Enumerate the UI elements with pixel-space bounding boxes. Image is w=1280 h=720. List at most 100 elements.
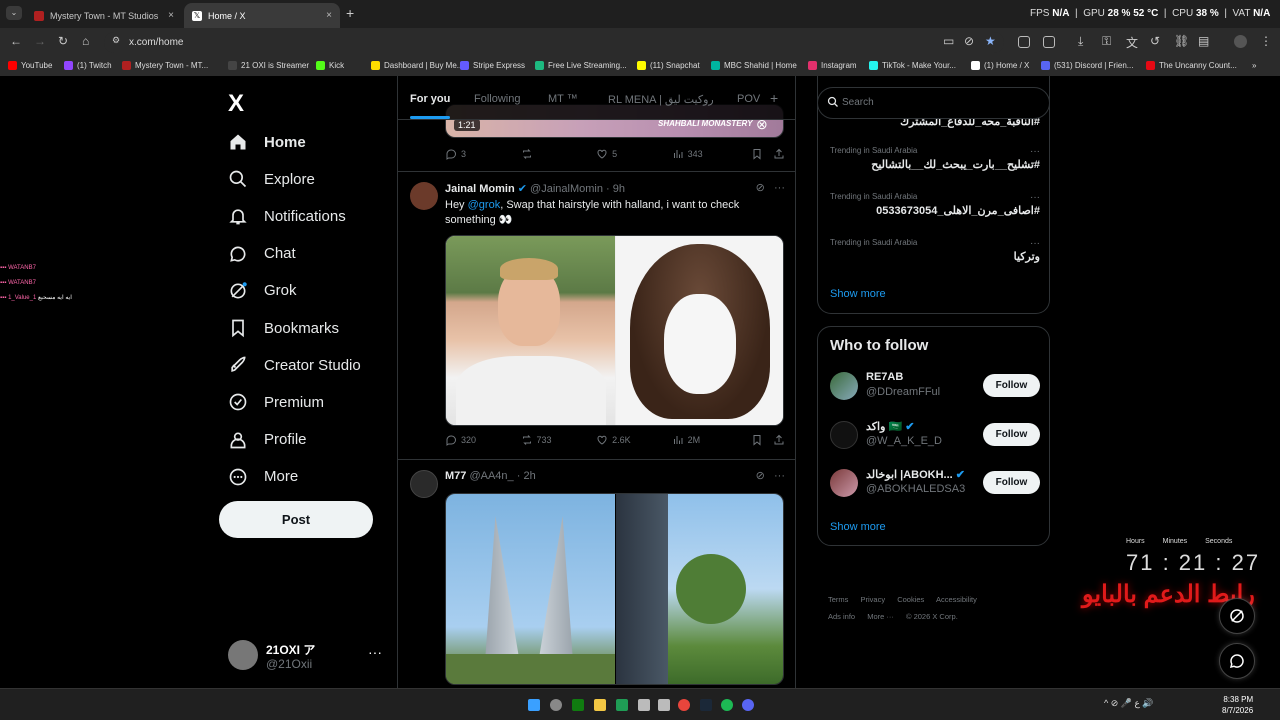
tweet-image-hairstyle[interactable]	[616, 236, 783, 425]
who-to-follow-show-more-link[interactable]: Show more	[830, 521, 886, 533]
x-logo[interactable]: X	[228, 90, 244, 118]
reload-icon[interactable]: ↻	[58, 34, 68, 48]
grok-icon[interactable]: ⊘	[756, 182, 765, 194]
footer-accessibility-link[interactable]: Accessibility	[936, 595, 977, 604]
bookmark-item[interactable]: Stripe Express	[460, 61, 525, 70]
bookmark-button[interactable]	[751, 434, 773, 446]
download-icon[interactable]: ⤓	[1078, 34, 1083, 49]
bookmark-item[interactable]: (1) Twitch	[64, 61, 112, 70]
close-tab-icon[interactable]: ×	[326, 10, 332, 21]
xbox-icon[interactable]	[572, 699, 584, 711]
link-icon[interactable]: ⛓	[1174, 34, 1189, 48]
sidebar-item-more[interactable]: More	[228, 462, 298, 492]
bookmark-item[interactable]: Instagram	[808, 61, 857, 70]
puzzle-icon[interactable]	[1043, 36, 1055, 48]
sidebar-item-notifications[interactable]: Notifications	[228, 201, 346, 231]
grok-icon[interactable]: ⊘	[756, 470, 765, 482]
chrome-icon[interactable]	[678, 699, 690, 711]
bookmark-item[interactable]: TikTok - Make Your...	[869, 61, 956, 70]
bookmark-item[interactable]: The Uncanny Count...	[1146, 61, 1237, 70]
chat-floating-button[interactable]	[1219, 643, 1255, 679]
trend-item[interactable]: Trending in Saudi Arabia وتركيا ···	[830, 238, 1040, 263]
more-options-icon[interactable]: ···	[774, 470, 785, 482]
trend-more-icon[interactable]: ···	[1030, 192, 1040, 203]
follow-suggestion[interactable]: RE7AB @DDreamFFul Follow	[830, 369, 1040, 409]
tab-pov[interactable]: POV	[737, 93, 760, 105]
author-handle[interactable]: @AA4n_	[469, 470, 513, 482]
star-bookmark-icon[interactable]: ★	[985, 34, 996, 48]
search-taskbar-icon[interactable]	[550, 699, 562, 711]
system-tray[interactable]: ^ ⊘ 🎤 ع 🔊	[1104, 698, 1154, 709]
avatar[interactable]	[830, 421, 858, 449]
bookmark-item[interactable]: Dashboard | Buy Me...	[371, 61, 463, 70]
avatar[interactable]	[830, 372, 858, 400]
footer-more-link[interactable]: More ···	[867, 612, 894, 621]
tweet[interactable]: M77 @AA4n_ · 2h ⊘ ···	[398, 460, 795, 688]
bookmark-item[interactable]: (1) Home / X	[971, 61, 1029, 70]
sidebar-item-explore[interactable]: Explore	[228, 164, 315, 194]
sidebar-item-profile[interactable]: Profile	[228, 425, 307, 455]
tweet-image-towers[interactable]	[446, 494, 615, 684]
like-button[interactable]: 5	[596, 148, 672, 160]
bookmark-button[interactable]	[751, 148, 773, 160]
sidebar-item-premium[interactable]: Premium	[228, 387, 324, 417]
translate-icon[interactable]: 文	[1126, 34, 1138, 51]
post-button[interactable]: Post	[219, 501, 373, 538]
reply-button[interactable]: 320	[445, 434, 521, 446]
site-info-icon[interactable]: ⚙	[112, 35, 120, 46]
sidebar-item-bookmarks[interactable]: Bookmarks	[228, 313, 339, 343]
cast-icon[interactable]: ▭	[943, 34, 954, 48]
sidebar-item-chat[interactable]: Chat	[228, 239, 296, 269]
app-a-icon[interactable]	[638, 699, 650, 711]
tweet[interactable]: Jainal Momin ✔ @JainalMomin · 9h ⊘ ··· H…	[398, 172, 795, 460]
history-icon[interactable]: ↺	[1150, 34, 1160, 48]
author-name[interactable]: M77	[445, 470, 466, 482]
footer-terms-link[interactable]: Terms	[828, 595, 848, 604]
browser-menu-icon[interactable]: ⋮	[1260, 34, 1272, 48]
discord-icon[interactable]	[742, 699, 754, 711]
follow-button[interactable]: Follow	[983, 374, 1040, 397]
tweet-image-street[interactable]	[616, 494, 783, 684]
tab-rl-mena[interactable]: RL MENA | روكيت ليق	[608, 93, 714, 106]
browser-tab-mystery-town[interactable]: Mystery Town - MT Studios | M ×	[26, 3, 182, 28]
share-button[interactable]	[773, 148, 785, 160]
key-icon[interactable]: ⚿	[1102, 34, 1111, 49]
tweet-time[interactable]: · 9h	[606, 183, 625, 195]
trend-item[interactable]: Trending in Saudi Arabia #تشليح__بارت_يب…	[830, 146, 1040, 171]
file-explorer-icon[interactable]	[594, 699, 606, 711]
account-menu-icon[interactable]: ···	[368, 644, 382, 660]
trend-more-icon[interactable]: ···	[1030, 238, 1040, 249]
footer-cookies-link[interactable]: Cookies	[897, 595, 924, 604]
spotify-icon[interactable]	[721, 699, 733, 711]
author-name[interactable]: Jainal Momin	[445, 183, 515, 195]
tweet-image-grid[interactable]	[445, 493, 784, 685]
bookmark-item[interactable]: MBC Shahid | Home	[711, 61, 797, 70]
sidebar-icon[interactable]: ▤	[1198, 34, 1209, 48]
tweet-image-haaland[interactable]	[446, 236, 615, 425]
sidebar-item-grok[interactable]: Grok	[228, 276, 297, 306]
bookmark-item[interactable]: Kick	[316, 61, 344, 70]
footer-privacy-link[interactable]: Privacy	[861, 595, 886, 604]
sidebar-item-home[interactable]: Home	[228, 127, 306, 157]
forward-arrow-icon[interactable]: →	[34, 34, 46, 48]
tweet-image-grid[interactable]	[445, 235, 784, 426]
profile-avatar[interactable]	[1234, 35, 1247, 48]
avatar[interactable]	[830, 469, 858, 497]
back-arrow-icon[interactable]: ←	[10, 34, 22, 48]
bookmark-item[interactable]: Free Live Streaming...	[535, 61, 627, 70]
follow-suggestion[interactable]: ابوخالد |ABOKH... ✔ @ABOKHALEDSA3 Follow	[830, 466, 1040, 506]
add-tab-icon[interactable]: +	[770, 90, 778, 106]
follow-button[interactable]: Follow	[983, 423, 1040, 446]
reply-button[interactable]: 3	[445, 148, 521, 160]
eye-off-icon[interactable]: ⊘	[964, 34, 974, 48]
like-button[interactable]: 2.6K	[596, 434, 672, 446]
account-switcher[interactable]: 21OXI ア @21Oxii ···	[228, 636, 388, 676]
bookmark-item[interactable]: 21 OXI is Streamer	[228, 61, 309, 70]
sidebar-item-creator-studio[interactable]: Creator Studio	[228, 350, 361, 380]
follow-button[interactable]: Follow	[983, 471, 1040, 494]
tab-search-menu[interactable]: ⌄	[6, 6, 22, 20]
extensions-icon[interactable]	[1018, 36, 1030, 48]
follow-suggestion[interactable]: واكد 🇸🇦 ✔ @W_A_K_E_D Follow	[830, 418, 1040, 458]
new-tab-button[interactable]: +	[346, 5, 354, 21]
steam-icon[interactable]	[700, 699, 712, 711]
